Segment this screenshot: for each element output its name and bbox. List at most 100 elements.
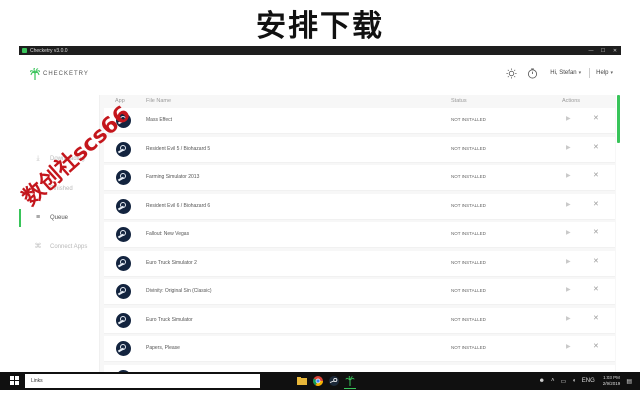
help-menu[interactable]: Help ▾: [596, 70, 613, 76]
banner-title: 安排下载: [256, 9, 384, 44]
status-text: NOT INSTALLED: [451, 288, 486, 293]
close-icon[interactable]: ✕: [593, 171, 599, 179]
window-title: Checketry v3.0.0: [30, 47, 68, 54]
steam-icon: [116, 170, 131, 185]
column-header-actions: Actions: [562, 98, 581, 104]
sidebar-item-label: Connect Apps: [50, 244, 88, 250]
bottom-strip: [0, 390, 640, 400]
table-row[interactable]: Euro Truck Simulator NOT INSTALLED ▶ ✕: [104, 307, 615, 334]
network-icon[interactable]: ▭: [560, 378, 566, 385]
scroll-thumb[interactable]: [617, 95, 620, 143]
status-text: NOT INSTALLED: [451, 174, 486, 179]
file-name: Resident Evil 5 / Biohazard 5: [146, 145, 211, 152]
play-icon[interactable]: ▶: [566, 229, 571, 236]
active-indicator: [19, 209, 21, 227]
status-text: NOT INSTALLED: [451, 259, 486, 265]
scrollbar[interactable]: [616, 95, 621, 389]
file-name: Fallout: New Vegas: [146, 231, 190, 237]
play-icon[interactable]: ▶: [566, 286, 571, 293]
play-icon[interactable]: ▶: [566, 144, 571, 151]
column-header-status[interactable]: Status: [451, 98, 467, 104]
sidebar-item-queue[interactable]: ≡ Queue: [19, 209, 99, 227]
table-row[interactable]: Resident Evil 5 / Biohazard 5 NOT INSTALL…: [104, 136, 615, 163]
table-row[interactable]: Euro Truck Simulator 2 NOT INSTALLED ▶ ✕: [104, 250, 615, 277]
table-row[interactable]: Fallout: New Vegas NOT INSTALLED ▶ ✕: [104, 222, 615, 248]
status-text: NOT INSTALLED: [451, 345, 486, 350]
file-explorer-icon[interactable]: [296, 374, 308, 388]
play-icon[interactable]: ▶: [566, 258, 571, 265]
gamepad-icon: ⌘: [34, 243, 42, 250]
steam-icon: [116, 255, 131, 271]
download-icon: ⤓: [36, 155, 40, 162]
status-text: NOT INSTALLED: [451, 117, 486, 122]
play-icon[interactable]: ▶: [566, 115, 571, 122]
clock-date: 2/9/2019: [602, 381, 621, 386]
close-window-button[interactable]: ✕: [609, 48, 621, 54]
taskbar-clock[interactable]: 1:03 PM 2/9/2019: [603, 375, 621, 387]
logo[interactable]: CHECKETRY: [30, 68, 89, 80]
window-titlebar: Checketry v3.0.0 — ☐ ✕: [19, 46, 621, 55]
file-name: Mass Effect: [146, 117, 173, 123]
chrome-icon[interactable]: [312, 374, 324, 388]
steam-icon[interactable]: [328, 374, 340, 388]
steam-icon: [116, 284, 131, 299]
volume-icon[interactable]: ◖: [572, 378, 576, 384]
queue-icon: ≡: [35, 214, 41, 221]
file-name: Euro Truck Simulator 2: [146, 259, 197, 266]
windows-start-icon[interactable]: [10, 376, 19, 385]
close-icon[interactable]: ✕: [593, 285, 599, 293]
sidebar-item-label: Queue: [50, 215, 69, 221]
table-row[interactable]: Resident Evil 6 / Biohazard 6 NOT INSTALL…: [104, 193, 615, 220]
file-name: Euro Truck Simulator: [146, 316, 193, 323]
play-icon[interactable]: ▶: [566, 201, 571, 208]
play-icon[interactable]: ▶: [566, 172, 571, 179]
close-icon[interactable]: ✕: [593, 228, 599, 236]
help-label: Help: [596, 70, 609, 76]
app-window: Checketry v3.0.0 — ☐ ✕ CHECKETRY Hi, Ste…: [19, 46, 621, 389]
file-name: Farming Simulator 2013: [146, 174, 200, 180]
minimize-button[interactable]: —: [585, 48, 597, 54]
app-icon: [22, 48, 27, 53]
timer-icon[interactable]: [527, 68, 538, 79]
header-divider: [589, 68, 591, 78]
people-icon[interactable]: ☻: [539, 378, 545, 384]
status-text: NOT INSTALLED: [451, 202, 486, 208]
status-text: NOT INSTALLED: [451, 145, 486, 151]
status-text: NOT INSTALLED: [451, 316, 486, 322]
taskbar-search[interactable]: Links: [25, 374, 260, 388]
steam-icon: [116, 341, 131, 356]
table-row[interactable]: Divinity: Original Sin (Classic) NOT INST…: [104, 279, 615, 305]
close-icon[interactable]: ✕: [593, 314, 599, 322]
user-menu[interactable]: Hi, Stefan ▾: [550, 70, 581, 76]
column-header-file[interactable]: File Name: [146, 98, 171, 104]
table-row[interactable]: Papers, Please NOT INSTALLED ▶ ✕: [104, 336, 615, 362]
language-indicator[interactable]: ENG: [582, 378, 595, 384]
chevron-up-icon[interactable]: ˄: [551, 378, 555, 384]
maximize-button[interactable]: ☐: [597, 48, 609, 54]
logo-text: CHECKETRY: [43, 71, 89, 77]
close-icon[interactable]: ✕: [593, 257, 599, 265]
system-tray: ☻ ˄ ▭ ◖ ENG 1:03 PM 2/9/2019 ▤: [533, 375, 632, 387]
play-icon[interactable]: ▶: [566, 315, 571, 322]
sun-icon[interactable]: [506, 67, 517, 79]
sidebar-item-connect-apps[interactable]: ⌘ Connect Apps: [19, 238, 99, 256]
close-icon[interactable]: ✕: [593, 143, 599, 151]
close-icon[interactable]: ✕: [593, 200, 599, 208]
taskbar: Links ☻ ˄ ▭ ◖ ENG 1:03 PM 2/9/2019 ▤: [0, 372, 640, 390]
close-icon[interactable]: ✕: [593, 114, 599, 122]
steam-icon: [116, 198, 131, 214]
taskbar-search-text: Links: [31, 378, 43, 384]
user-greeting: Hi, Stefan: [550, 70, 577, 76]
promo-banner: 安排下载: [0, 0, 640, 46]
notifications-icon[interactable]: ▤: [626, 378, 632, 385]
play-icon[interactable]: ▶: [566, 343, 571, 350]
status-text: NOT INSTALLED: [451, 231, 486, 236]
table-row[interactable]: Mass Effect NOT INSTALLED ▶ ✕: [104, 108, 615, 134]
table-row[interactable]: Farming Simulator 2013 NOT INSTALLED ▶ ✕: [104, 165, 615, 191]
app-header: CHECKETRY Hi, Stefan ▾ Help ▾: [19, 55, 621, 95]
file-name: Resident Evil 6 / Biohazard 6: [146, 202, 211, 209]
file-name: Divinity: Original Sin (Classic): [146, 288, 212, 294]
close-icon[interactable]: ✕: [593, 342, 599, 350]
palm-logo-icon: [30, 68, 40, 80]
checketry-taskbar-icon[interactable]: [344, 374, 356, 389]
